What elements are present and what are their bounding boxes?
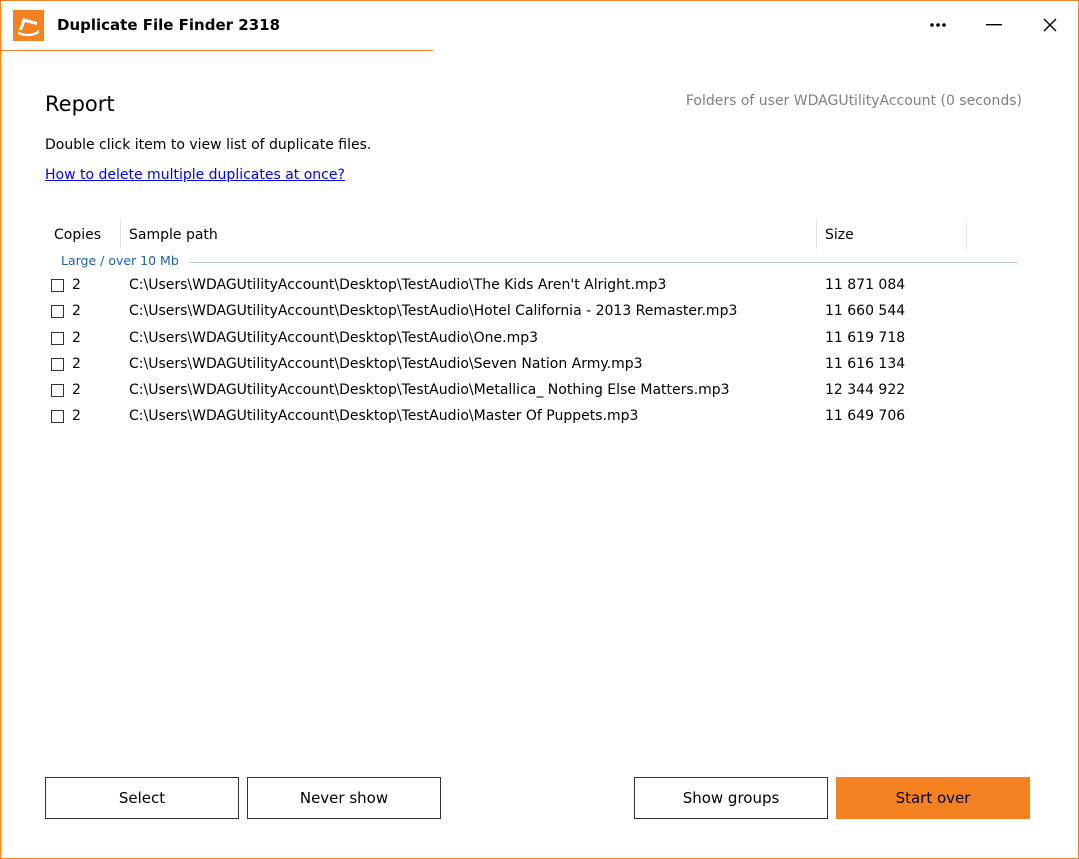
sample-path: C:\Users\WDAGUtilityAccount\Desktop\Test…	[129, 329, 539, 346]
row-checkbox[interactable]	[51, 279, 64, 292]
list-item[interactable]: 2 C:\Users\WDAGUtilityAccount\Desktop\Te…	[45, 326, 1018, 352]
list-item[interactable]: 2 C:\Users\WDAGUtilityAccount\Desktop\Te…	[45, 404, 1018, 430]
row-checkbox[interactable]	[51, 331, 64, 345]
row-checkbox[interactable]	[51, 305, 64, 319]
duplicates-list[interactable]: Copies Sample path Size Large / over 10 …	[45, 219, 1018, 431]
minimize-button[interactable]	[980, 11, 1008, 39]
file-size: 11 871 084	[825, 277, 906, 293]
column-header-size[interactable]: Size	[825, 219, 854, 251]
list-header: Copies Sample path Size	[45, 219, 1018, 251]
minimize-icon	[986, 24, 1002, 26]
copies-count: 2	[72, 303, 81, 320]
title-bar: Duplicate File Finder 2318	[1, 1, 1078, 51]
sample-path: C:\Users\WDAGUtilityAccount\Desktop\Test…	[129, 408, 639, 425]
copies-count: 2	[72, 277, 81, 293]
group-label: Large / over 10 Mb	[61, 253, 183, 268]
file-size: 11 649 706	[825, 408, 906, 425]
help-link[interactable]: How to delete multiple duplicates at onc…	[45, 167, 345, 183]
never-show-button[interactable]: Never show	[247, 777, 441, 819]
column-separator[interactable]	[816, 219, 817, 249]
column-separator[interactable]	[120, 219, 121, 249]
sample-path: C:\Users\WDAGUtilityAccount\Desktop\Test…	[129, 277, 667, 293]
row-checkbox[interactable]	[51, 410, 64, 424]
list-item[interactable]: 2 C:\Users\WDAGUtilityAccount\Desktop\Te…	[45, 299, 1018, 325]
file-size: 11 619 718	[825, 329, 906, 346]
column-header-path[interactable]: Sample path	[129, 219, 218, 251]
copies-count: 2	[72, 408, 81, 425]
window-title: Duplicate File Finder 2318	[57, 16, 281, 34]
row-checkbox[interactable]	[51, 357, 64, 371]
instructions-text: Double click item to view list of duplic…	[45, 137, 372, 153]
row-checkbox[interactable]	[51, 384, 64, 398]
start-over-button[interactable]: Start over	[836, 777, 1030, 819]
select-button[interactable]: Select	[45, 777, 239, 819]
file-size: 12 344 922	[825, 382, 906, 399]
list-item[interactable]: 2 C:\Users\WDAGUtilityAccount\Desktop\Te…	[45, 352, 1018, 378]
more-dots-icon	[929, 22, 947, 28]
list-item[interactable]: 2 C:\Users\WDAGUtilityAccount\Desktop\Te…	[45, 273, 1018, 299]
title-underline	[1, 50, 433, 51]
group-divider	[189, 262, 1018, 263]
page-title: Report	[45, 92, 115, 116]
sample-path: C:\Users\WDAGUtilityAccount\Desktop\Test…	[129, 303, 738, 320]
file-size: 11 660 544	[825, 303, 906, 320]
list-item[interactable]: 2 C:\Users\WDAGUtilityAccount\Desktop\Te…	[45, 378, 1018, 404]
group-header: Large / over 10 Mb	[45, 251, 1018, 273]
app-window: Duplicate File Finder 2318 Report Folder…	[0, 0, 1079, 859]
close-icon	[1043, 18, 1057, 32]
copies-count: 2	[72, 355, 81, 372]
show-groups-button[interactable]: Show groups	[634, 777, 828, 819]
sample-path: C:\Users\WDAGUtilityAccount\Desktop\Test…	[129, 382, 730, 399]
scan-info: Folders of user WDAGUtilityAccount (0 se…	[685, 93, 1022, 109]
sample-path: C:\Users\WDAGUtilityAccount\Desktop\Test…	[129, 355, 643, 372]
more-button[interactable]	[924, 11, 952, 39]
close-button[interactable]	[1036, 11, 1064, 39]
app-logo-icon	[13, 10, 44, 41]
column-separator[interactable]	[966, 219, 967, 249]
copies-count: 2	[72, 329, 81, 346]
copies-count: 2	[72, 382, 81, 399]
file-size: 11 616 134	[825, 355, 906, 372]
column-header-copies[interactable]: Copies	[54, 219, 101, 251]
